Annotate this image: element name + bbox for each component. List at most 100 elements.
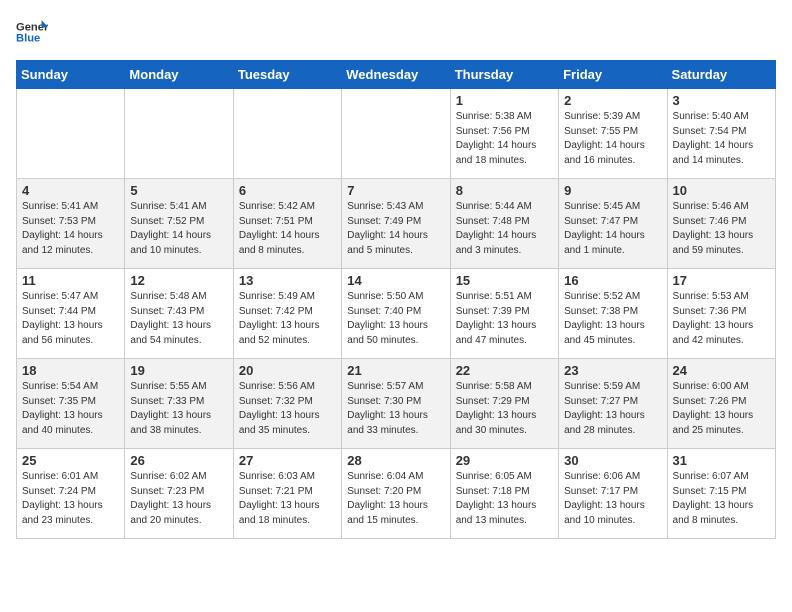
calendar-cell: 2 Sunrise: 5:39 AM Sunset: 7:55 PM Daylig…: [559, 89, 667, 179]
day-number: 5: [130, 183, 227, 198]
calendar-cell: [342, 89, 450, 179]
calendar-cell: 1 Sunrise: 5:38 AM Sunset: 7:56 PM Daylig…: [450, 89, 558, 179]
calendar-cell: [233, 89, 341, 179]
day-number: 2: [564, 93, 661, 108]
day-number: 19: [130, 363, 227, 378]
day-info: Sunrise: 6:01 AM Sunset: 7:24 PM Dayligh…: [22, 470, 119, 528]
day-info: Sunrise: 5:47 AM Sunset: 7:44 PM Dayligh…: [22, 290, 119, 348]
day-number: 27: [239, 453, 336, 468]
calendar-day-header: Thursday: [450, 61, 558, 89]
day-number: 4: [22, 183, 119, 198]
day-info: Sunrise: 5:48 AM Sunset: 7:43 PM Dayligh…: [130, 290, 227, 348]
calendar-cell: 8 Sunrise: 5:44 AM Sunset: 7:48 PM Daylig…: [450, 179, 558, 269]
calendar-cell: 4 Sunrise: 5:41 AM Sunset: 7:53 PM Daylig…: [17, 179, 125, 269]
page-header: General Blue: [16, 16, 776, 48]
day-number: 22: [456, 363, 553, 378]
day-number: 6: [239, 183, 336, 198]
logo-icon: General Blue: [16, 16, 48, 48]
day-number: 7: [347, 183, 444, 198]
calendar-day-header: Saturday: [667, 61, 775, 89]
day-info: Sunrise: 5:39 AM Sunset: 7:55 PM Dayligh…: [564, 110, 661, 168]
day-info: Sunrise: 5:50 AM Sunset: 7:40 PM Dayligh…: [347, 290, 444, 348]
calendar-week-row: 4 Sunrise: 5:41 AM Sunset: 7:53 PM Daylig…: [17, 179, 776, 269]
calendar-cell: 27 Sunrise: 6:03 AM Sunset: 7:21 PM Dayli…: [233, 449, 341, 539]
day-info: Sunrise: 6:03 AM Sunset: 7:21 PM Dayligh…: [239, 470, 336, 528]
day-number: 12: [130, 273, 227, 288]
calendar-cell: [17, 89, 125, 179]
calendar-day-header: Tuesday: [233, 61, 341, 89]
day-number: 25: [22, 453, 119, 468]
day-number: 8: [456, 183, 553, 198]
calendar-cell: [125, 89, 233, 179]
day-info: Sunrise: 6:00 AM Sunset: 7:26 PM Dayligh…: [673, 380, 770, 438]
day-info: Sunrise: 6:06 AM Sunset: 7:17 PM Dayligh…: [564, 470, 661, 528]
day-number: 24: [673, 363, 770, 378]
calendar-cell: 13 Sunrise: 5:49 AM Sunset: 7:42 PM Dayli…: [233, 269, 341, 359]
day-number: 9: [564, 183, 661, 198]
logo: General Blue: [16, 16, 48, 48]
day-info: Sunrise: 5:38 AM Sunset: 7:56 PM Dayligh…: [456, 110, 553, 168]
calendar-cell: 20 Sunrise: 5:56 AM Sunset: 7:32 PM Dayli…: [233, 359, 341, 449]
day-info: Sunrise: 5:49 AM Sunset: 7:42 PM Dayligh…: [239, 290, 336, 348]
day-info: Sunrise: 5:46 AM Sunset: 7:46 PM Dayligh…: [673, 200, 770, 258]
calendar-cell: 7 Sunrise: 5:43 AM Sunset: 7:49 PM Daylig…: [342, 179, 450, 269]
calendar-cell: 9 Sunrise: 5:45 AM Sunset: 7:47 PM Daylig…: [559, 179, 667, 269]
day-info: Sunrise: 5:42 AM Sunset: 7:51 PM Dayligh…: [239, 200, 336, 258]
day-info: Sunrise: 6:02 AM Sunset: 7:23 PM Dayligh…: [130, 470, 227, 528]
day-info: Sunrise: 5:51 AM Sunset: 7:39 PM Dayligh…: [456, 290, 553, 348]
day-number: 20: [239, 363, 336, 378]
calendar-week-row: 11 Sunrise: 5:47 AM Sunset: 7:44 PM Dayli…: [17, 269, 776, 359]
calendar-cell: 6 Sunrise: 5:42 AM Sunset: 7:51 PM Daylig…: [233, 179, 341, 269]
day-number: 3: [673, 93, 770, 108]
calendar-table: SundayMondayTuesdayWednesdayThursdayFrid…: [16, 60, 776, 539]
day-info: Sunrise: 5:53 AM Sunset: 7:36 PM Dayligh…: [673, 290, 770, 348]
day-info: Sunrise: 5:45 AM Sunset: 7:47 PM Dayligh…: [564, 200, 661, 258]
calendar-cell: 19 Sunrise: 5:55 AM Sunset: 7:33 PM Dayli…: [125, 359, 233, 449]
day-number: 28: [347, 453, 444, 468]
calendar-cell: 29Sunrise: 6:05 AM Sunset: 7:18 PM Dayli…: [450, 449, 558, 539]
calendar-cell: 12 Sunrise: 5:48 AM Sunset: 7:43 PM Dayli…: [125, 269, 233, 359]
calendar-cell: 28 Sunrise: 6:04 AM Sunset: 7:20 PM Dayli…: [342, 449, 450, 539]
day-info: Sunrise: 5:54 AM Sunset: 7:35 PM Dayligh…: [22, 380, 119, 438]
day-info: Sunrise: 6:04 AM Sunset: 7:20 PM Dayligh…: [347, 470, 444, 528]
calendar-week-row: 25 Sunrise: 6:01 AM Sunset: 7:24 PM Dayli…: [17, 449, 776, 539]
day-number: 16: [564, 273, 661, 288]
calendar-day-header: Sunday: [17, 61, 125, 89]
day-number: 18: [22, 363, 119, 378]
calendar-cell: 30 Sunrise: 6:06 AM Sunset: 7:17 PM Dayli…: [559, 449, 667, 539]
day-info: Sunrise: 5:43 AM Sunset: 7:49 PM Dayligh…: [347, 200, 444, 258]
day-number: 26: [130, 453, 227, 468]
day-info: Sunrise: 5:44 AM Sunset: 7:48 PM Dayligh…: [456, 200, 553, 258]
day-info: Sunrise: 5:56 AM Sunset: 7:32 PM Dayligh…: [239, 380, 336, 438]
calendar-cell: 10 Sunrise: 5:46 AM Sunset: 7:46 PM Dayli…: [667, 179, 775, 269]
calendar-cell: 16 Sunrise: 5:52 AM Sunset: 7:38 PM Dayli…: [559, 269, 667, 359]
day-number: 30: [564, 453, 661, 468]
day-info: Sunrise: 5:57 AM Sunset: 7:30 PM Dayligh…: [347, 380, 444, 438]
day-number: 13: [239, 273, 336, 288]
calendar-day-header: Wednesday: [342, 61, 450, 89]
day-info: Sunrise: 5:58 AM Sunset: 7:29 PM Dayligh…: [456, 380, 553, 438]
calendar-cell: 31Sunrise: 6:07 AM Sunset: 7:15 PM Dayli…: [667, 449, 775, 539]
day-number: 11: [22, 273, 119, 288]
day-info: Sunrise: 5:55 AM Sunset: 7:33 PM Dayligh…: [130, 380, 227, 438]
calendar-cell: 3Sunrise: 5:40 AM Sunset: 7:54 PM Daylig…: [667, 89, 775, 179]
calendar-cell: 5 Sunrise: 5:41 AM Sunset: 7:52 PM Daylig…: [125, 179, 233, 269]
calendar-cell: 17 Sunrise: 5:53 AM Sunset: 7:36 PM Dayli…: [667, 269, 775, 359]
calendar-week-row: 18 Sunrise: 5:54 AM Sunset: 7:35 PM Dayli…: [17, 359, 776, 449]
calendar-cell: 15 Sunrise: 5:51 AM Sunset: 7:39 PM Dayli…: [450, 269, 558, 359]
day-number: 17: [673, 273, 770, 288]
day-number: 1: [456, 93, 553, 108]
day-number: 10: [673, 183, 770, 198]
calendar-week-row: 1 Sunrise: 5:38 AM Sunset: 7:56 PM Daylig…: [17, 89, 776, 179]
calendar-day-header: Monday: [125, 61, 233, 89]
day-info: Sunrise: 5:41 AM Sunset: 7:53 PM Dayligh…: [22, 200, 119, 258]
day-info: Sunrise: 5:52 AM Sunset: 7:38 PM Dayligh…: [564, 290, 661, 348]
calendar-cell: 24 Sunrise: 6:00 AM Sunset: 7:26 PM Dayli…: [667, 359, 775, 449]
calendar-header-row: SundayMondayTuesdayWednesdayThursdayFrid…: [17, 61, 776, 89]
svg-text:Blue: Blue: [16, 33, 40, 45]
calendar-cell: 26 Sunrise: 6:02 AM Sunset: 7:23 PM Dayli…: [125, 449, 233, 539]
calendar-body: 1 Sunrise: 5:38 AM Sunset: 7:56 PM Daylig…: [17, 89, 776, 539]
day-number: 15: [456, 273, 553, 288]
day-number: 21: [347, 363, 444, 378]
day-info: Sunrise: 5:41 AM Sunset: 7:52 PM Dayligh…: [130, 200, 227, 258]
